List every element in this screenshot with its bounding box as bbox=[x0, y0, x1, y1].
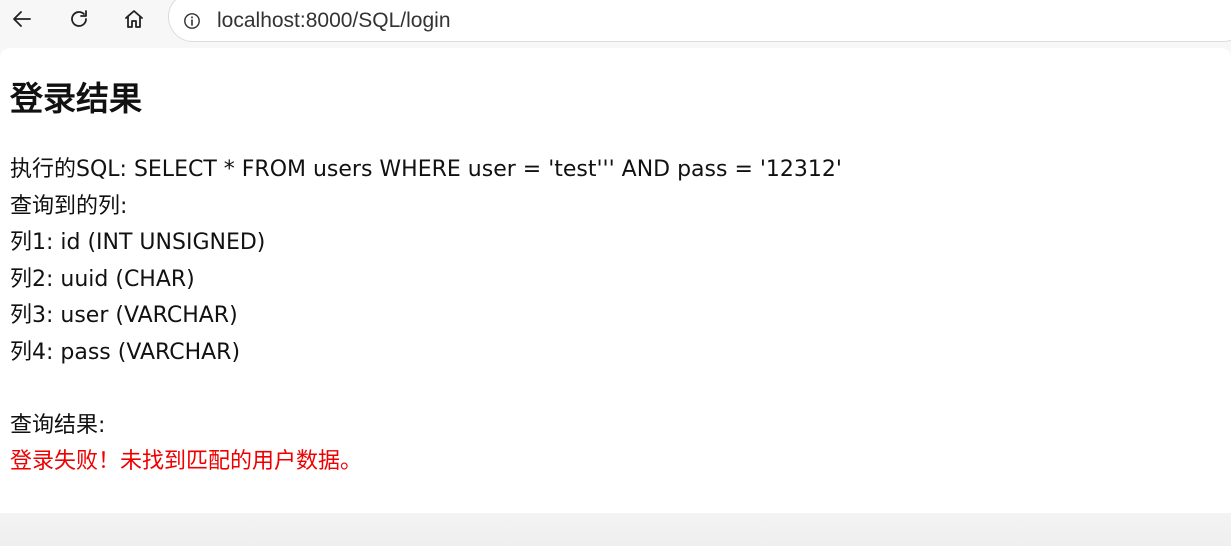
back-button[interactable] bbox=[5, 4, 39, 34]
result-message: 登录失败！未找到匹配的用户数据。 bbox=[10, 449, 363, 474]
result-lines: 执行的SQL: SELECT * FROM users WHERE user =… bbox=[10, 152, 842, 481]
sql-line: 执行的SQL: SELECT * FROM users WHERE user =… bbox=[10, 157, 842, 182]
browser-toolbar: localhost:8000/SQL/login bbox=[0, 0, 1231, 46]
result-heading: 查询结果: bbox=[10, 412, 106, 438]
home-button[interactable] bbox=[117, 4, 151, 34]
page-title: 登录结果 bbox=[10, 79, 142, 118]
home-icon bbox=[125, 10, 143, 28]
bottom-strip bbox=[0, 513, 1231, 546]
url-text[interactable]: localhost:8000/SQL/login bbox=[217, 9, 451, 33]
reload-button[interactable] bbox=[62, 4, 96, 34]
reload-icon bbox=[71, 10, 87, 27]
column-line: 列3: user (VARCHAR) bbox=[10, 303, 238, 328]
column-line: 列4: pass (VARCHAR) bbox=[10, 339, 241, 365]
column-line: 列1: id (INT UNSIGNED) bbox=[10, 230, 266, 255]
info-icon[interactable] bbox=[181, 10, 203, 32]
columns-heading: 查询到的列: bbox=[10, 193, 128, 219]
arrow-left-icon bbox=[13, 11, 31, 27]
address-bar[interactable]: localhost:8000/SQL/login bbox=[168, 0, 1231, 42]
column-line: 列2: uuid (CHAR) bbox=[10, 266, 195, 292]
page-content: 登录结果 执行的SQL: SELECT * FROM users WHERE u… bbox=[0, 48, 1231, 513]
